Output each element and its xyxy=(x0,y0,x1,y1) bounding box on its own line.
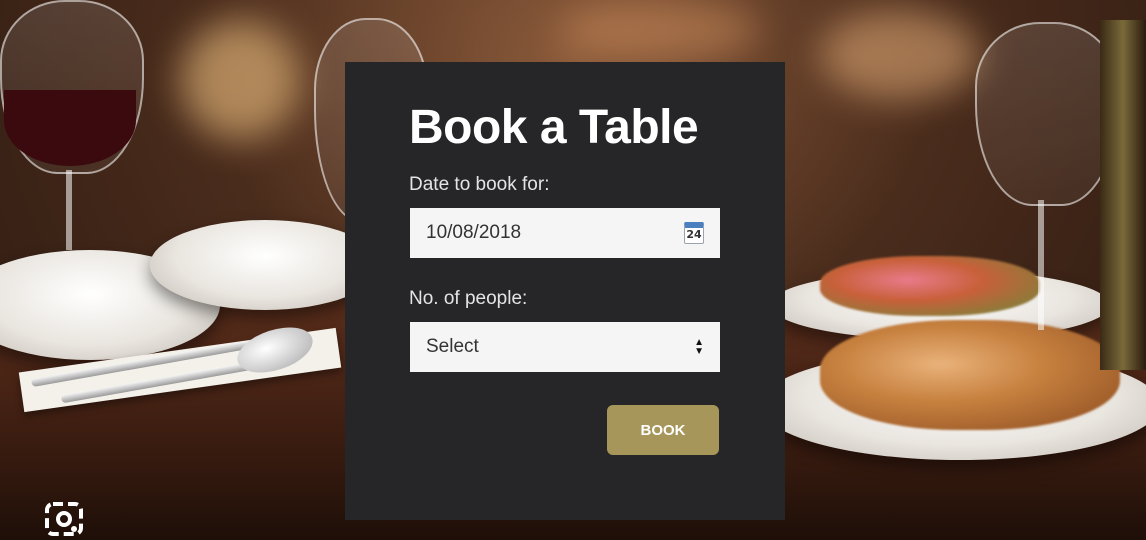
glass-stem xyxy=(66,170,72,250)
booking-card: Book a Table Date to book for: 10/08/201… xyxy=(345,62,785,520)
people-select[interactable]: Select ▲ ▼ xyxy=(410,322,720,372)
grilled-food xyxy=(820,320,1120,430)
restaurant-background: Book a Table Date to book for: 10/08/201… xyxy=(0,0,1146,540)
select-arrows-icon: ▲ ▼ xyxy=(694,337,704,357)
people-value: Select xyxy=(426,336,479,357)
date-input[interactable]: 10/08/2018 24 xyxy=(410,208,720,258)
background-light xyxy=(180,20,300,140)
page-title: Book a Table xyxy=(409,101,699,154)
date-label: Date to book for: xyxy=(409,174,550,195)
salad xyxy=(820,256,1040,316)
date-value: 10/08/2018 xyxy=(426,222,522,243)
calendar-icon[interactable]: 24 xyxy=(684,222,704,244)
people-label: No. of people: xyxy=(409,288,528,309)
glass-stem xyxy=(1038,200,1044,330)
candle-holder xyxy=(1100,20,1146,370)
book-button[interactable]: BOOK xyxy=(607,405,719,455)
background-light xyxy=(820,10,980,100)
background-light xyxy=(560,0,760,60)
sparkling-glass xyxy=(975,22,1119,206)
lens-icon[interactable] xyxy=(44,496,84,540)
